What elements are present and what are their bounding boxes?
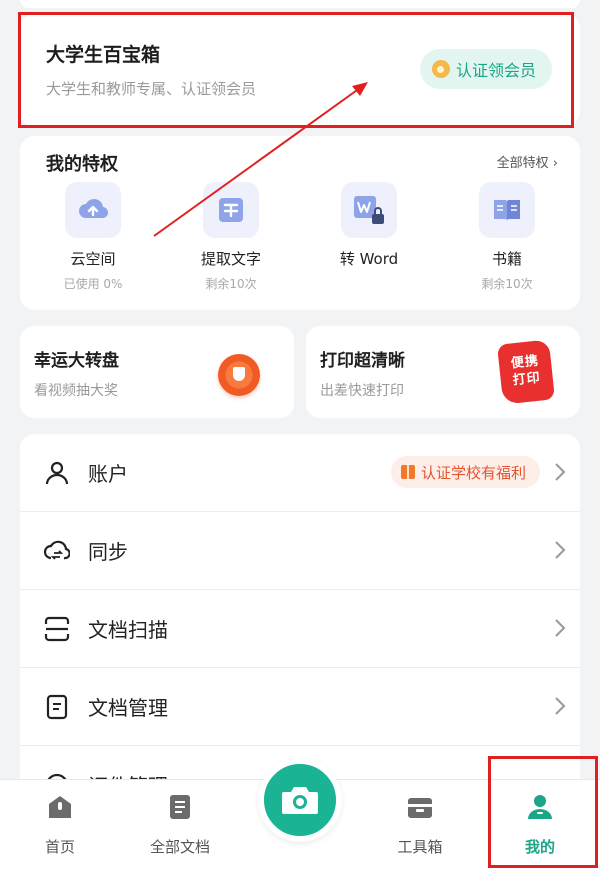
nav-toolbox[interactable]: 工具箱 bbox=[370, 792, 470, 857]
menu-label: 同步 bbox=[88, 540, 128, 564]
privileges-card: 我的特权 全部特权 › 云空间 已使用 0% 提取文字 剩余10次 转 Word… bbox=[20, 136, 580, 310]
nav-label: 首页 bbox=[44, 838, 75, 856]
privilege-to-word[interactable]: 转 Word bbox=[304, 182, 434, 275]
user-icon bbox=[45, 461, 69, 485]
nav-label: 全部文档 bbox=[149, 838, 210, 856]
privilege-sub: 剩余10次 bbox=[205, 277, 257, 291]
menu-item-scan[interactable]: 文档扫描 bbox=[20, 590, 580, 668]
chevron-right-icon bbox=[555, 463, 566, 481]
chevron-right-icon bbox=[555, 541, 566, 559]
book-icon bbox=[479, 182, 535, 238]
portable-print-badge: 便携 打印 bbox=[497, 339, 555, 405]
print-card[interactable]: 打印超清晰 出差快速打印 便携 打印 bbox=[306, 326, 580, 418]
chevron-right-icon bbox=[555, 619, 566, 637]
privilege-cloud-space[interactable]: 云空间 已使用 0% bbox=[28, 182, 158, 292]
word-convert-icon bbox=[341, 182, 397, 238]
previous-section-edge bbox=[20, 0, 580, 8]
privilege-sub: 已使用 0% bbox=[63, 277, 123, 291]
privilege-label: 转 Word bbox=[339, 250, 399, 268]
nav-home[interactable]: 首页 bbox=[10, 792, 110, 857]
privilege-sub: 剩余10次 bbox=[481, 277, 533, 291]
privileges-title: 我的特权 bbox=[46, 154, 118, 175]
nav-label: 工具箱 bbox=[397, 838, 443, 856]
nav-all-docs[interactable]: 全部文档 bbox=[130, 792, 230, 857]
lucky-wheel-title: 幸运大转盘 bbox=[34, 351, 119, 371]
settings-menu: 账户 认证学校有福利 同步 文档扫描 文档管理 证件管理 bbox=[20, 434, 580, 794]
portable-print-text: 便携 打印 bbox=[510, 353, 542, 389]
all-privileges-link[interactable]: 全部特权 › bbox=[497, 152, 558, 171]
privilege-label: 提取文字 bbox=[200, 250, 261, 268]
menu-label: 文档扫描 bbox=[88, 618, 168, 642]
camera-icon bbox=[282, 787, 318, 814]
print-subtitle: 出差快速打印 bbox=[320, 383, 404, 399]
menu-label: 账户 bbox=[88, 462, 128, 486]
menu-item-doc-manage[interactable]: 文档管理 bbox=[20, 668, 580, 746]
cloud-upload-icon bbox=[65, 182, 121, 238]
gift-icon bbox=[400, 465, 415, 479]
menu-item-sync[interactable]: 同步 bbox=[20, 512, 580, 590]
menu-label: 文档管理 bbox=[88, 696, 168, 720]
lucky-wheel-icon bbox=[218, 354, 260, 396]
privilege-label: 云空间 bbox=[70, 250, 116, 268]
lucky-wheel-card[interactable]: 幸运大转盘 看视频抽大奖 bbox=[20, 326, 294, 418]
menu-item-account[interactable]: 账户 认证学校有福利 bbox=[20, 434, 580, 512]
cloud-sync-icon bbox=[44, 540, 70, 560]
lucky-wheel-subtitle: 看视频抽大奖 bbox=[34, 383, 118, 399]
camera-button[interactable] bbox=[258, 758, 342, 842]
document-icon bbox=[46, 694, 68, 720]
chevron-right-icon bbox=[555, 697, 566, 715]
home-icon bbox=[49, 796, 71, 818]
documents-icon bbox=[170, 795, 190, 819]
print-title: 打印超清晰 bbox=[320, 351, 405, 371]
annotation-highlight-me-tab bbox=[488, 756, 598, 868]
privilege-extract-text[interactable]: 提取文字 剩余10次 bbox=[166, 182, 296, 292]
school-benefit-badge[interactable]: 认证学校有福利 bbox=[390, 456, 540, 488]
scan-icon bbox=[44, 616, 70, 642]
annotation-highlight-student-box bbox=[18, 12, 574, 128]
text-extract-icon bbox=[203, 182, 259, 238]
privilege-label: 书籍 bbox=[491, 250, 522, 268]
toolbox-icon bbox=[408, 798, 432, 818]
school-benefit-label: 认证学校有福利 bbox=[420, 463, 526, 482]
privilege-books[interactable]: 书籍 剩余10次 bbox=[442, 182, 572, 292]
